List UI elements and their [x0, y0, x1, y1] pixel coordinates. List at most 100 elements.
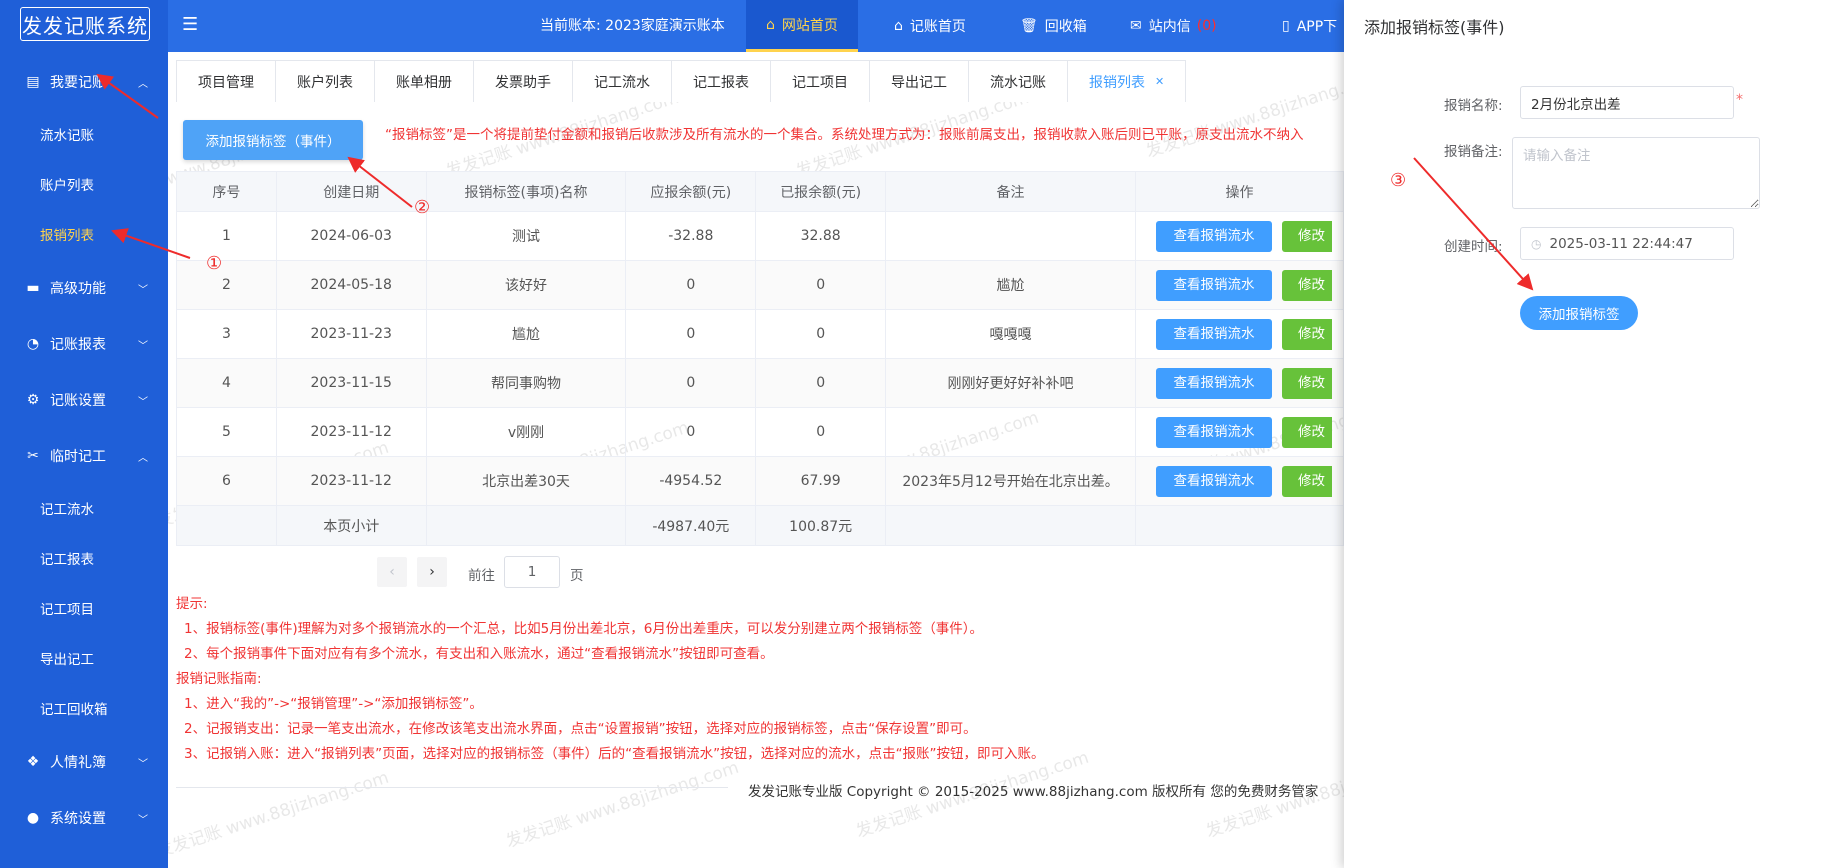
tab-work-report[interactable]: 记工报表: [671, 60, 771, 102]
tab-export-work[interactable]: 导出记工: [869, 60, 969, 102]
nav-messages[interactable]: ✉ 站内信 (0): [1130, 0, 1217, 52]
pie-chart-icon: ◔: [26, 336, 40, 352]
cell-date: 2024-06-03: [275, 211, 427, 261]
sidebar-group-system[interactable]: ● 系统设置 ﹀: [0, 794, 168, 842]
tab-work-project[interactable]: 记工项目: [770, 60, 870, 102]
sidebar-item-work-flow[interactable]: 记工流水: [0, 484, 168, 532]
edit-button[interactable]: 修改: [1282, 318, 1332, 350]
sidebar-group-gifts[interactable]: ❖ 人情礼簿 ﹀: [0, 738, 168, 786]
col-actions: 操作: [1135, 171, 1344, 212]
chevron-down-icon: ﹀: [138, 396, 148, 408]
sidebar-item-work-export[interactable]: 导出记工: [0, 634, 168, 682]
close-icon[interactable]: ✕: [1155, 75, 1164, 88]
col-remark: 备注: [885, 171, 1136, 212]
mail-icon: ✉: [1130, 18, 1142, 34]
gift-icon: ❖: [26, 754, 40, 770]
chevron-down-icon: ﹀: [138, 758, 148, 770]
nav-label: 站内信: [1148, 19, 1191, 35]
cell-paid: 32.88: [755, 211, 887, 261]
sidebar-group-advanced[interactable]: ▬ 高级功能 ﹀: [0, 264, 168, 312]
sidebar-item-work-project[interactable]: 记工项目: [0, 584, 168, 632]
view-flow-button[interactable]: 查看报销流水: [1156, 269, 1272, 301]
edit-button[interactable]: 修改: [1282, 220, 1332, 252]
tip-item: 2、每个报销事件下面对应有有多个流水，有支出和入账流水，通过“查看报销流水”按钮…: [184, 646, 774, 662]
sidebar-group-bookkeeping[interactable]: ▤ 我要记账 ︿: [0, 58, 168, 106]
tab-invoice-helper[interactable]: 发票助手: [473, 60, 573, 102]
subtotal-label: 本页小计: [275, 505, 427, 546]
footer-divider: [176, 787, 728, 788]
view-flow-button[interactable]: 查看报销流水: [1156, 318, 1272, 350]
name-label: 报销名称:: [1444, 98, 1503, 114]
sidebar-group-reports[interactable]: ◔ 记账报表 ﹀: [0, 320, 168, 368]
time-picker[interactable]: ◷ 2025-03-11 22:44:47: [1520, 227, 1734, 260]
cell-remark: 刚刚好更好好补补吧: [885, 358, 1136, 408]
annotation-1: ①: [206, 253, 223, 274]
next-page-button[interactable]: ›: [417, 557, 447, 587]
col-no: 序号: [176, 171, 277, 212]
annotation-3: ③: [1390, 170, 1407, 191]
page-suffix: 页: [570, 568, 584, 584]
clock-icon: ◷: [1531, 236, 1542, 251]
time-label: 创建时间:: [1444, 239, 1503, 255]
name-input[interactable]: 2月份北京出差: [1520, 86, 1734, 119]
view-flow-button[interactable]: 查看报销流水: [1156, 416, 1272, 448]
edit-button[interactable]: 修改: [1282, 367, 1332, 399]
cell-remark: [885, 211, 1136, 261]
tab-work-flow[interactable]: 记工流水: [572, 60, 672, 102]
sidebar-item-accounts[interactable]: 账户列表: [0, 160, 168, 208]
cell-no: 6: [176, 456, 277, 506]
required-mark: *: [1736, 92, 1743, 108]
edit-button[interactable]: 修改: [1282, 416, 1332, 448]
table-row: 4 2023-11-15 帮同事购物 0 0 刚刚好更好好补补吧 查看报销流水修…: [176, 358, 1344, 408]
nav-bookkeeping-home[interactable]: ⌂ 记账首页: [894, 0, 966, 52]
nav-recycle-bin[interactable]: 🗑 回收箱: [1020, 0, 1087, 52]
nav-site-home[interactable]: ⌂ 网站首页: [746, 0, 858, 52]
cell-actions: 查看报销流水 修改: [1135, 456, 1344, 506]
cell-no: 1: [176, 211, 277, 261]
remark-textarea[interactable]: [1512, 137, 1760, 209]
cell-no: 4: [176, 358, 277, 408]
view-flow-button[interactable]: 查看报销流水: [1156, 465, 1272, 497]
reimburse-table: 序号 创建日期 报销标签(事项)名称 应报余额(元) 已报余额(元) 备注 操作…: [176, 171, 1344, 546]
sidebar-group-temp-work[interactable]: ✂ 临时记工 ︿: [0, 432, 168, 480]
tab-flow-bookkeeping[interactable]: 流水记账: [968, 60, 1068, 102]
menu-toggle-icon[interactable]: ☰: [182, 14, 198, 35]
sidebar-group-settings[interactable]: ⚙ 记账设置 ﹀: [0, 376, 168, 424]
sidebar-group-label: 高级功能: [50, 281, 106, 297]
tab-project-manage[interactable]: 项目管理: [176, 60, 276, 102]
view-flow-button[interactable]: 查看报销流水: [1156, 220, 1272, 252]
sidebar-item-work-recycle[interactable]: 记工回收箱: [0, 684, 168, 732]
tips-title: 提示:: [176, 596, 208, 612]
cell-actions: 查看报销流水 修改: [1135, 407, 1344, 457]
add-reimburse-tag-button[interactable]: 添加报销标签（事件）: [183, 120, 363, 160]
app-logo[interactable]: 发发记账系统: [20, 7, 150, 41]
sidebar-item-reimburse[interactable]: 报销列表: [0, 210, 168, 258]
sidebar-item-flow[interactable]: 流水记账: [0, 110, 168, 158]
footer-copyright: 发发记账专业版 Copyright © 2015-2025 www.88jizh…: [748, 784, 1319, 800]
nav-app-download[interactable]: ▯ APP下: [1282, 0, 1337, 52]
trash-icon: 🗑: [1020, 18, 1038, 34]
prev-page-button[interactable]: ‹: [377, 557, 407, 587]
drawer-title: 添加报销标签(事件): [1364, 18, 1505, 37]
sidebar: 发发记账系统 ▤ 我要记账 ︿ 流水记账 账户列表 报销列表 ▬ 高级功能 ﹀ …: [0, 0, 168, 868]
cell-actions: 查看报销流水 修改: [1135, 260, 1344, 310]
subtotal-row: 本页小计 -4987.40元 100.87元: [176, 505, 1344, 546]
nav-label: 回收箱: [1044, 19, 1087, 35]
cell-remark: 2023年5月12号开始在北京出差。: [885, 456, 1136, 506]
edit-button[interactable]: 修改: [1282, 465, 1332, 497]
cell-empty: [176, 505, 277, 546]
cell-due: 0: [625, 309, 757, 359]
page-number-input[interactable]: [504, 556, 560, 588]
remark-label: 报销备注:: [1444, 144, 1503, 160]
tab-label: 报销列表: [1089, 74, 1145, 91]
view-flow-button[interactable]: 查看报销流水: [1156, 367, 1272, 399]
sidebar-item-work-report[interactable]: 记工报表: [0, 534, 168, 582]
time-value: 2025-03-11 22:44:47: [1549, 235, 1693, 252]
edit-button[interactable]: 修改: [1282, 269, 1332, 301]
cell-empty: [425, 505, 627, 546]
submit-tag-button[interactable]: 添加报销标签: [1520, 296, 1638, 330]
tab-bill-album[interactable]: 账单相册: [374, 60, 474, 102]
tab-account-list[interactable]: 账户列表: [275, 60, 375, 102]
tab-reimburse-list[interactable]: 报销列表 ✕: [1067, 60, 1187, 102]
home-icon: ⌂: [766, 16, 775, 33]
